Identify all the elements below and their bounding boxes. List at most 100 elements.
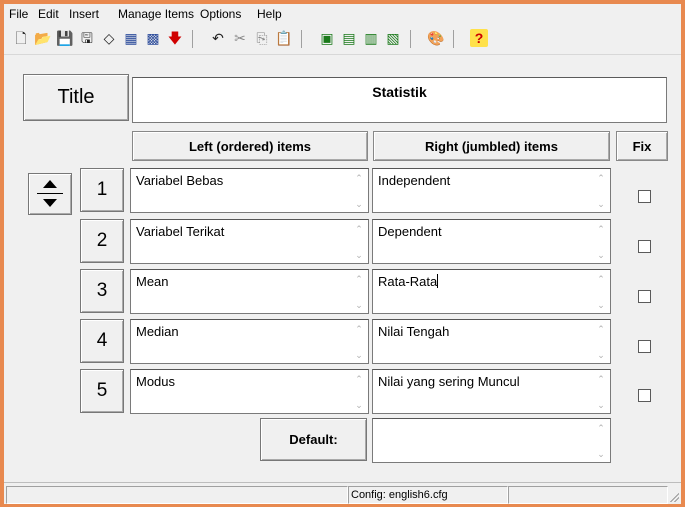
scroll-down-icon[interactable]: ⌄ — [354, 300, 364, 310]
toolbar-separator — [453, 30, 454, 48]
help-icon[interactable]: ? — [470, 29, 488, 47]
status-bar: Config: english6.cfg — [4, 482, 681, 504]
scroll-down-icon[interactable]: ⌄ — [596, 300, 606, 310]
left-item-field[interactable]: Median ⌃ ⌄ — [130, 319, 369, 364]
fix-checkbox[interactable] — [638, 240, 651, 253]
export-icon[interactable]: ▦ — [122, 29, 140, 47]
menu-file[interactable]: File — [9, 7, 28, 21]
scroll-up-icon[interactable]: ⌃ — [354, 324, 364, 334]
default-button[interactable]: Default: — [260, 418, 367, 461]
fix-checkbox[interactable] — [638, 190, 651, 203]
scroll-up-icon[interactable]: ⌃ — [596, 224, 606, 234]
right-item-field[interactable]: Nilai yang sering Muncul ⌃ ⌄ — [372, 369, 611, 414]
save-as-icon[interactable]: 🖫 — [78, 29, 96, 47]
scroll-up-icon[interactable]: ⌃ — [596, 374, 606, 384]
fix-checkbox[interactable] — [638, 389, 651, 402]
right-item-text: Nilai Tengah — [378, 324, 450, 339]
move-up-down-button[interactable] — [28, 173, 72, 215]
scroll-up-icon[interactable]: ⌃ — [354, 274, 364, 284]
status-pane-right — [508, 486, 668, 504]
scroll-down-icon[interactable]: ⌄ — [596, 250, 606, 260]
scroll-up-icon[interactable]: ⌃ — [354, 374, 364, 384]
right-item-text: Dependent — [378, 224, 442, 239]
left-item-field[interactable]: Mean ⌃ ⌄ — [130, 269, 369, 314]
export-alt-icon[interactable]: ▩ — [144, 29, 162, 47]
right-item-text: Rata-Rata — [378, 274, 439, 289]
properties-icon[interactable]: ▧ — [384, 29, 402, 47]
download-icon[interactable]: 🡇 — [166, 29, 184, 47]
resize-grip-icon[interactable] — [669, 492, 679, 502]
menu-help[interactable]: Help — [257, 7, 282, 21]
fix-checkbox[interactable] — [638, 340, 651, 353]
right-item-field[interactable]: Rata-Rata ⌃ ⌄ — [372, 269, 611, 314]
row-number-button[interactable]: 4 — [80, 319, 124, 363]
fix-checkbox[interactable] — [638, 290, 651, 303]
status-pane-config: Config: english6.cfg — [348, 486, 508, 504]
right-item-field[interactable]: Dependent ⌃ ⌄ — [372, 219, 611, 264]
toolbar-separator — [410, 30, 411, 48]
save-icon[interactable]: 💾 — [56, 29, 74, 47]
title-value: Statistik — [372, 84, 427, 100]
palette-icon[interactable]: 🎨 — [427, 29, 445, 47]
text-cursor — [437, 274, 439, 288]
cut-icon[interactable]: ✂ — [231, 29, 249, 47]
scroll-up-icon[interactable]: ⌃ — [354, 173, 364, 183]
right-item-value: Rata-Rata — [378, 274, 438, 289]
toolbar: 🗋 📂 💾 🖫 ◇ ▦ ▩ 🡇 ↶ ✂ ⎘ 📋 ▣ ▤ ▥ ▧ 🎨 ? — [4, 24, 681, 55]
scroll-down-icon[interactable]: ⌄ — [354, 350, 364, 360]
fix-header[interactable]: Fix — [616, 131, 668, 161]
menu-insert[interactable]: Insert — [69, 7, 99, 21]
left-item-text: Mean — [136, 274, 169, 289]
scroll-down-icon[interactable]: ⌄ — [354, 199, 364, 209]
copy-icon[interactable]: ⎘ — [253, 29, 271, 47]
erase-icon[interactable]: ◇ — [100, 29, 118, 47]
scroll-up-icon[interactable]: ⌃ — [596, 173, 606, 183]
scroll-down-icon[interactable]: ⌄ — [596, 350, 606, 360]
right-item-text: Independent — [378, 173, 451, 188]
default-field[interactable]: ⌃ ⌄ — [372, 418, 611, 463]
tree-icon[interactable]: ▤ — [340, 29, 358, 47]
toolbar-separator — [301, 30, 302, 48]
scroll-up-icon[interactable]: ⌃ — [596, 274, 606, 284]
scroll-up-icon[interactable]: ⌃ — [596, 324, 606, 334]
open-icon[interactable]: 📂 — [34, 29, 52, 47]
undo-icon[interactable]: ↶ — [209, 29, 227, 47]
left-item-text: Modus — [136, 374, 176, 389]
title-field[interactable]: Statistik — [132, 77, 667, 123]
left-item-field[interactable]: Variabel Bebas ⌃ ⌄ — [130, 168, 369, 213]
menubar: File Edit Insert Manage Items Options He… — [4, 4, 681, 24]
menu-edit[interactable]: Edit — [38, 7, 59, 21]
row-number-button[interactable]: 5 — [80, 369, 124, 413]
left-items-header[interactable]: Left (ordered) items — [132, 131, 368, 161]
left-item-field[interactable]: Modus ⌃ ⌄ — [130, 369, 369, 414]
title-button[interactable]: Title — [23, 74, 129, 121]
right-item-field[interactable]: Independent ⌃ ⌄ — [372, 168, 611, 213]
divider — [37, 193, 63, 194]
scroll-up-icon[interactable]: ⌃ — [354, 224, 364, 234]
app-window: File Edit Insert Manage Items Options He… — [4, 4, 681, 504]
left-item-text: Variabel Terikat — [136, 224, 225, 239]
right-items-header[interactable]: Right (jumbled) items — [373, 131, 610, 161]
menu-options[interactable]: Options — [200, 7, 241, 21]
scroll-down-icon[interactable]: ⌄ — [596, 199, 606, 209]
scroll-down-icon[interactable]: ⌄ — [354, 250, 364, 260]
arrow-down-icon[interactable] — [43, 199, 57, 207]
web-icon[interactable]: ▣ — [318, 29, 336, 47]
scroll-down-icon[interactable]: ⌄ — [596, 400, 606, 410]
row-number-button[interactable]: 1 — [80, 168, 124, 212]
toolbar-separator — [192, 30, 193, 48]
row-number-button[interactable]: 3 — [80, 269, 124, 313]
left-item-text: Variabel Bebas — [136, 173, 224, 188]
new-icon[interactable]: 🗋 — [12, 29, 30, 47]
shuffle-icon[interactable]: ▥ — [362, 29, 380, 47]
paste-icon[interactable]: 📋 — [275, 29, 293, 47]
scroll-down-icon[interactable]: ⌄ — [354, 400, 364, 410]
right-item-text: Nilai yang sering Muncul — [378, 374, 520, 389]
menu-manage-items[interactable]: Manage Items — [118, 7, 194, 21]
right-item-field[interactable]: Nilai Tengah ⌃ ⌄ — [372, 319, 611, 364]
row-number-button[interactable]: 2 — [80, 219, 124, 263]
scroll-up-icon[interactable]: ⌃ — [596, 423, 606, 433]
left-item-field[interactable]: Variabel Terikat ⌃ ⌄ — [130, 219, 369, 264]
scroll-down-icon[interactable]: ⌄ — [596, 449, 606, 459]
arrow-up-icon[interactable] — [43, 180, 57, 188]
